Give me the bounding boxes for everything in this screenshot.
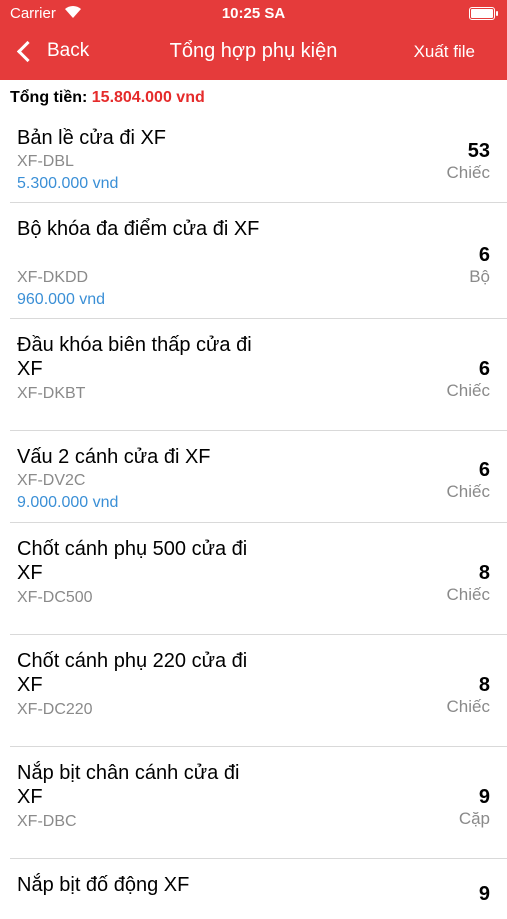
item-quantity: 6 — [478, 358, 490, 380]
item-name: Chốt cánh phụ 220 cửa đi XF — [17, 650, 248, 696]
item-code: XF-DBL — [17, 153, 74, 170]
item-unit: Bộ — [469, 267, 490, 286]
item-code: XF-DC500 — [17, 589, 93, 606]
item-name: Vấu 2 cánh cửa đi XF — [17, 446, 211, 468]
item-unit: Chiếc — [446, 381, 490, 400]
list-item[interactable]: Nắp bịt chân cánh cửa đi XF XF-DBC 9 Cặp — [10, 747, 507, 859]
total-label: Tổng tiền: — [10, 89, 88, 106]
item-code: XF-DV2C — [17, 472, 86, 489]
item-name: Bộ khóa đa điểm cửa đi XF — [17, 218, 260, 240]
item-unit: Chiếc — [446, 697, 490, 716]
accessory-list: Bản lề cửa đi XF XF-DBL 5.300.000 vnd 53… — [0, 112, 507, 919]
item-price: 960.000 vnd — [17, 291, 106, 308]
item-unit: Chiếc — [446, 163, 490, 182]
item-quantity: 8 — [478, 674, 490, 696]
item-name: Đầu khóa biên thấp cửa đi XF — [17, 334, 252, 380]
list-item[interactable]: Nắp bịt đố động XF 9 — [10, 859, 507, 919]
list-item[interactable]: Chốt cánh phụ 220 cửa đi XF XF-DC220 8 C… — [10, 635, 507, 747]
item-quantity: 9 — [478, 883, 490, 905]
header-bar: Carrier 10:25 SA Back Tổng hợp phụ kiện … — [0, 0, 507, 80]
item-quantity: 9 — [478, 786, 490, 808]
item-unit: Chiếc — [446, 482, 490, 501]
item-quantity: 53 — [467, 140, 490, 162]
clock: 10:25 SA — [221, 5, 286, 22]
export-file-button[interactable]: Xuất file — [414, 42, 475, 62]
item-code: XF-DKDD — [17, 269, 89, 286]
item-unit: Cặp — [458, 809, 490, 828]
total-amount: 15.804.000 vnd — [91, 89, 205, 106]
item-quantity: 6 — [478, 244, 490, 266]
navigation-bar: Back Tổng hợp phụ kiện Xuất file — [0, 28, 507, 80]
item-code: XF-DC220 — [17, 701, 93, 718]
status-bar: Carrier 10:25 SA — [0, 0, 507, 28]
list-item[interactable]: Bộ khóa đa điểm cửa đi XF XF-DKDD 960.00… — [10, 203, 507, 319]
item-code: XF-DKBT — [17, 385, 86, 402]
list-item[interactable]: Bản lề cửa đi XF XF-DBL 5.300.000 vnd 53… — [10, 112, 507, 203]
item-name: Bản lề cửa đi XF — [17, 127, 167, 149]
item-quantity: 8 — [478, 562, 490, 584]
item-price: 9.000.000 vnd — [17, 494, 119, 511]
battery-icon — [469, 7, 498, 20]
list-item[interactable]: Chốt cánh phụ 500 cửa đi XF XF-DC500 8 C… — [10, 523, 507, 635]
item-price: 5.300.000 vnd — [17, 175, 119, 192]
list-item[interactable]: Vấu 2 cánh cửa đi XF XF-DV2C 9.000.000 v… — [10, 431, 507, 523]
list-item[interactable]: Đầu khóa biên thấp cửa đi XF XF-DKBT 6 C… — [10, 319, 507, 431]
item-name: Nắp bịt đố động XF — [17, 874, 190, 896]
item-unit: Chiếc — [446, 585, 490, 604]
item-name: Chốt cánh phụ 500 cửa đi XF — [17, 538, 248, 584]
item-name: Nắp bịt chân cánh cửa đi XF — [17, 762, 240, 808]
total-summary: Tổng tiền: 15.804.000 vnd — [10, 89, 205, 107]
item-code: XF-DBC — [17, 813, 77, 830]
item-quantity: 6 — [478, 459, 490, 481]
